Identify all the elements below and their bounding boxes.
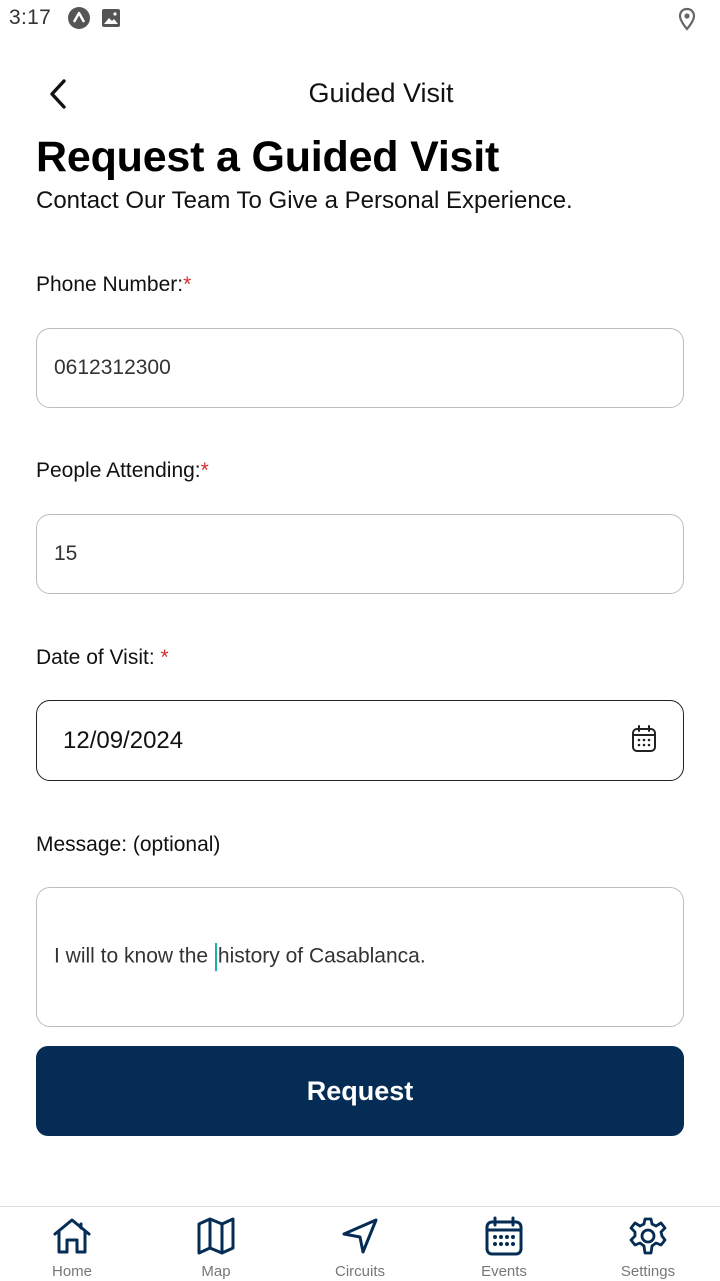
date-label: Date of Visit: * <box>36 646 169 670</box>
people-input[interactable]: 15 <box>36 514 684 594</box>
nav-item-settings[interactable]: Settings <box>576 1207 720 1281</box>
calendar-picker-icon[interactable] <box>631 725 657 760</box>
date-input[interactable]: 12/09/2024 <box>36 700 684 781</box>
map-icon <box>196 1216 236 1261</box>
location-icon <box>677 7 697 36</box>
form-heading: Request a Guided Visit <box>36 133 500 181</box>
gear-icon <box>628 1216 668 1261</box>
people-label-text: People Attending: <box>36 459 201 482</box>
message-text-after-caret: history of Casablanca. <box>217 944 426 968</box>
nav-label: Circuits <box>334 1263 385 1280</box>
people-label: People Attending:* <box>36 459 209 483</box>
nav-item-circuits[interactable]: Circuits <box>288 1207 432 1281</box>
page-title: Guided Visit <box>308 78 454 108</box>
app-bar: Guided Visit <box>0 58 720 130</box>
form-subheading: Contact Our Team To Give a Personal Expe… <box>36 187 573 214</box>
nav-label: Events <box>481 1263 527 1280</box>
date-value: 12/09/2024 <box>63 726 184 754</box>
nav-label: Map <box>201 1263 231 1280</box>
nav-item-map[interactable]: Map <box>144 1207 288 1281</box>
message-label: Message: (optional) <box>36 833 221 856</box>
nav-item-events[interactable]: Events <box>432 1207 576 1281</box>
calendar-icon <box>484 1216 524 1261</box>
message-text-before-caret: I will to know the <box>54 944 214 968</box>
status-bar: 3:17 <box>0 0 720 38</box>
message-textarea[interactable]: I will to know the history of Casablanca… <box>36 887 684 1027</box>
text-caret <box>214 943 217 971</box>
image-notification-icon <box>101 8 121 33</box>
nav-label: Home <box>51 1263 92 1280</box>
required-mark: * <box>200 459 209 482</box>
phone-value: 0612312300 <box>54 356 171 379</box>
status-time: 3:17 <box>9 6 52 29</box>
home-icon <box>51 1216 93 1261</box>
required-mark: * <box>160 646 169 669</box>
message-text: I will to know the history of Casablanca… <box>54 943 426 971</box>
nav-item-home[interactable]: Home <box>0 1207 144 1281</box>
phone-label: Phone Number:* <box>36 273 191 297</box>
required-mark: * <box>183 273 192 296</box>
phone-label-text: Phone Number: <box>36 273 184 296</box>
app-notification-icon <box>67 6 91 35</box>
bottom-navigation: Home Map Circuits Events Settings <box>0 1206 720 1281</box>
people-value: 15 <box>54 542 78 565</box>
navigation-arrow-icon <box>340 1216 380 1261</box>
request-button[interactable]: Request <box>36 1046 684 1136</box>
nav-label: Settings <box>620 1263 676 1280</box>
date-label-text: Date of Visit: <box>36 646 161 669</box>
phone-input[interactable]: 0612312300 <box>36 328 684 408</box>
